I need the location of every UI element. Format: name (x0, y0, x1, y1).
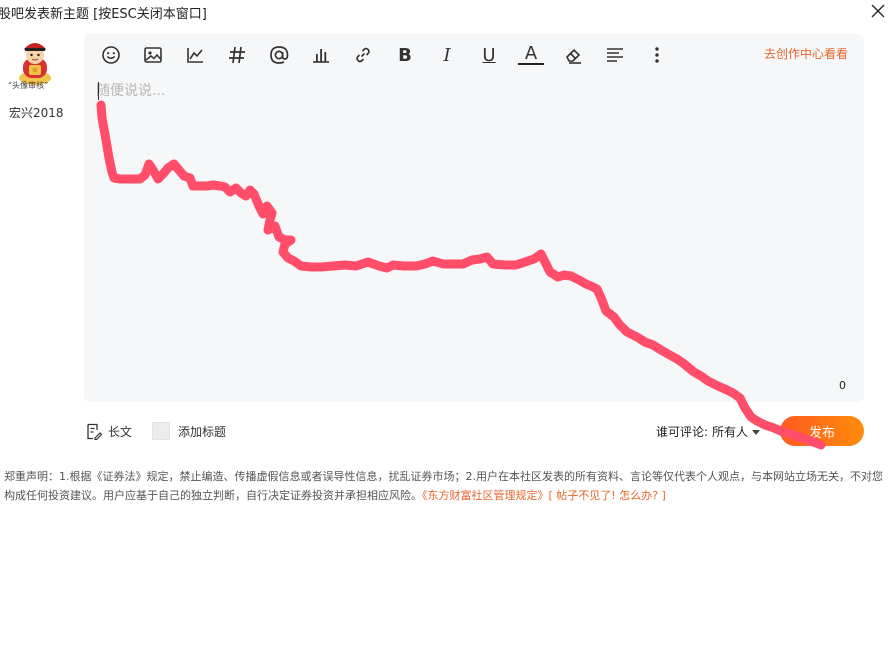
comment-permission-label: 谁可评论: (656, 425, 709, 439)
bold-icon[interactable]: B (392, 42, 418, 68)
text-caret (98, 82, 99, 100)
disclaimer: 郑重声明：1.根据《证券法》规定，禁止编造、传播虚假信息或者误导性信息，扰乱证券… (4, 467, 888, 505)
char-count: 0 (839, 379, 846, 392)
badge-quote-right: ” (44, 81, 49, 90)
longform-icon (87, 423, 102, 440)
image-icon[interactable] (140, 42, 166, 68)
emoji-icon[interactable] (98, 42, 124, 68)
post-content-input[interactable] (96, 80, 852, 380)
title-bar: 股吧发表新主题 [按ESC关闭本窗口] (0, 0, 893, 24)
add-title-toggle[interactable]: 添加标题 (152, 421, 226, 441)
mention-icon[interactable] (266, 42, 292, 68)
missing-post-help-link[interactable]: [ 帖子不见了! 怎么办? ] (549, 489, 666, 502)
username[interactable]: 宏兴2018 (9, 104, 64, 121)
avatar[interactable] (12, 38, 58, 86)
font-color-icon[interactable]: A (518, 43, 544, 65)
longform-button[interactable]: 长文 (86, 421, 132, 441)
avatar-badge-text: 头像审核 (12, 81, 45, 90)
add-title-checkbox[interactable] (152, 422, 170, 440)
avatar-review-badge: “头像审核” (8, 80, 48, 91)
publish-button[interactable]: 发布 (780, 416, 864, 446)
bar-chart-icon[interactable] (308, 42, 334, 68)
add-title-label: 添加标题 (178, 424, 227, 439)
align-icon[interactable] (602, 42, 628, 68)
window-title: 股吧发表新主题 [按ESC关闭本窗口] (0, 7, 207, 22)
more-icon[interactable] (644, 42, 670, 68)
link-icon[interactable] (350, 42, 376, 68)
community-rules-link[interactable]: 《东方财富社区管理规定》 (422, 489, 549, 502)
comment-permission-select[interactable]: 所有人 (712, 423, 748, 440)
comment-permission: 谁可评论: 所有人 (656, 423, 761, 440)
italic-icon[interactable]: I (434, 42, 460, 68)
close-icon[interactable] (867, 0, 889, 22)
editor-box: B I U A 去创作中心看看 0 (84, 34, 864, 402)
hashtag-icon[interactable] (224, 42, 250, 68)
creator-center-link[interactable]: 去创作中心看看 (764, 45, 848, 62)
chevron-down-icon[interactable] (752, 425, 761, 439)
eraser-icon[interactable] (560, 42, 586, 68)
underline-icon[interactable]: U (476, 42, 502, 68)
chart-icon[interactable] (182, 42, 208, 68)
editor-toolbar: B I U A 去创作中心看看 (84, 34, 864, 74)
longform-label: 长文 (108, 424, 133, 439)
